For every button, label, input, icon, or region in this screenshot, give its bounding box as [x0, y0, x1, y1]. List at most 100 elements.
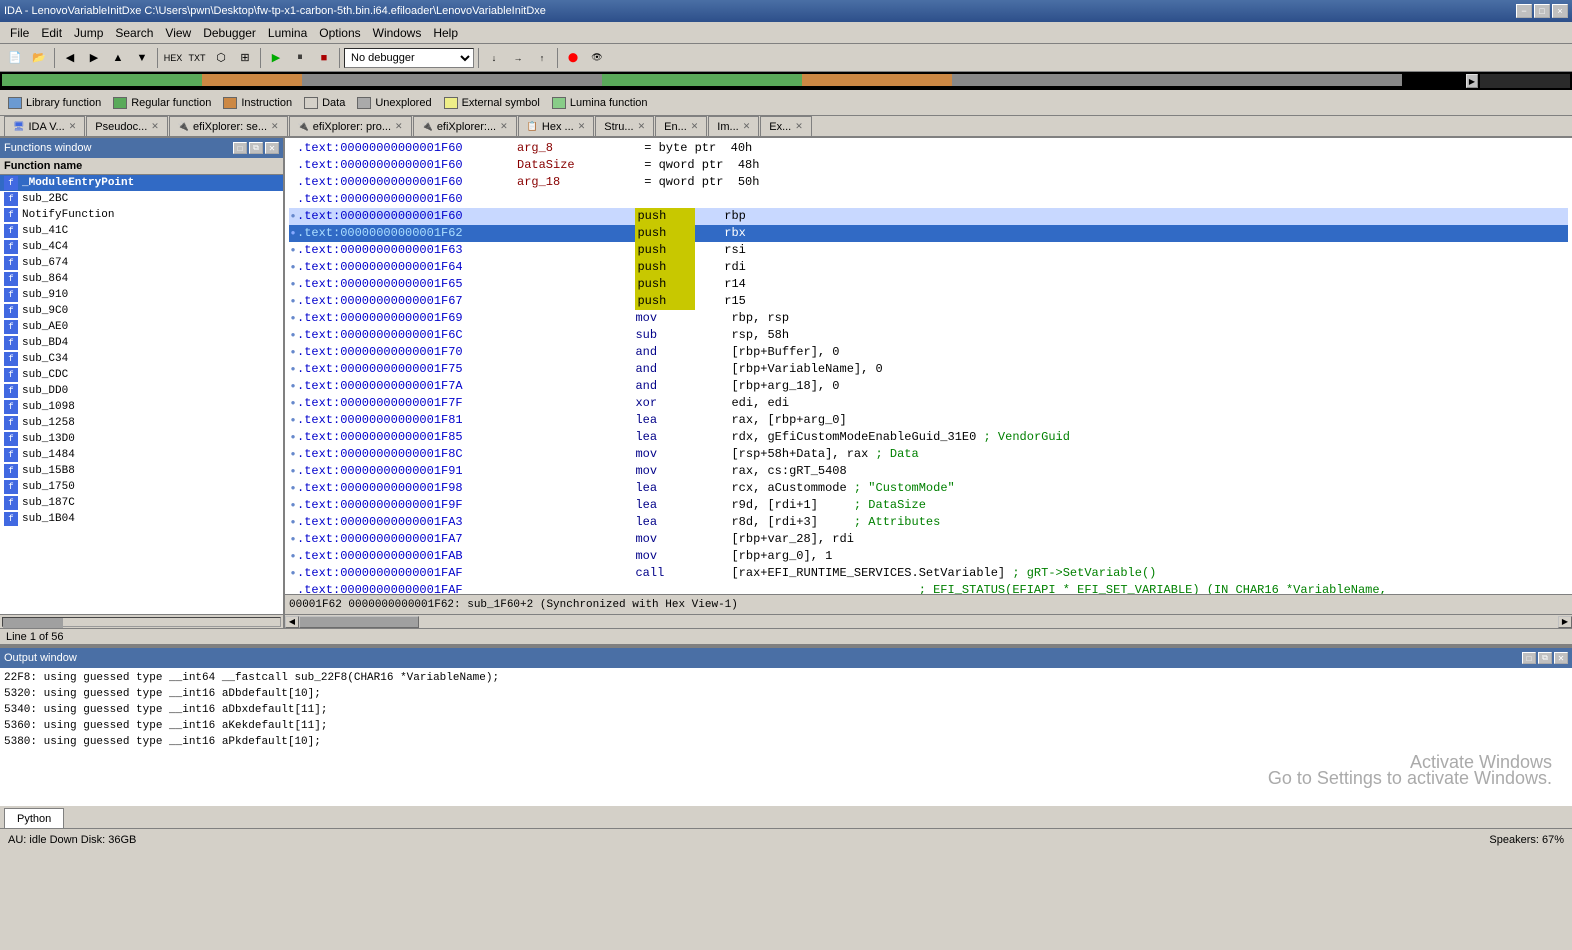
fn-item-sub1098[interactable]: f sub_1098: [0, 399, 283, 415]
fn-item-sub15b8[interactable]: f sub_15B8: [0, 463, 283, 479]
menu-help[interactable]: Help: [427, 24, 464, 42]
menu-debugger[interactable]: Debugger: [197, 24, 262, 42]
hscroll-left-btn[interactable]: ◀: [285, 616, 299, 628]
menu-view[interactable]: View: [159, 24, 197, 42]
output-restore-btn[interactable]: □: [1522, 652, 1536, 664]
fn-restore-btn[interactable]: □: [233, 142, 247, 154]
tab-efix3[interactable]: 🔌 efiXplorer:... ✕: [413, 116, 517, 136]
asm-line-lea-r9d[interactable]: ● .text:00000000000001F9F lea r9d, [rdi+…: [289, 497, 1568, 514]
tb-proximity[interactable]: ⊞: [234, 47, 256, 69]
menu-windows[interactable]: Windows: [367, 24, 428, 42]
asm-line-xor[interactable]: ● .text:00000000000001F7F xor edi, edi: [289, 395, 1568, 412]
tab-en[interactable]: En... ✕: [655, 116, 707, 136]
output-float-btn[interactable]: ⧉: [1538, 652, 1552, 664]
disasm-content[interactable]: .text:00000000000001F60 arg_8 = byte ptr…: [285, 138, 1572, 594]
output-close-btn[interactable]: ✕: [1554, 652, 1568, 664]
tb-forward[interactable]: ▶: [83, 47, 105, 69]
asm-line-lea-rdx[interactable]: ● .text:00000000000001F85 lea rdx, gEfiC…: [289, 429, 1568, 446]
fn-item-sub9c0[interactable]: f sub_9C0: [0, 303, 283, 319]
asm-line-and-varname[interactable]: ● .text:00000000000001F75 and [rbp+Varia…: [289, 361, 1568, 378]
asm-line-and-arg18[interactable]: ● .text:00000000000001F7A and [rbp+arg_1…: [289, 378, 1568, 395]
tab-close-stru[interactable]: ✕: [638, 121, 646, 132]
tab-hex[interactable]: 📋 Hex ... ✕: [518, 116, 595, 136]
tb-pause[interactable]: ⏸: [289, 47, 311, 69]
asm-line-mov-rax-grt[interactable]: ● .text:00000000000001F91 mov rax, cs:gR…: [289, 463, 1568, 480]
asm-line-mov-var28[interactable]: ● .text:00000000000001FA7 mov [rbp+var_2…: [289, 531, 1568, 548]
tab-efix1[interactable]: 🔌 efiXplorer: se... ✕: [169, 116, 288, 136]
tab-im[interactable]: Im... ✕: [708, 116, 759, 136]
tb-step-over[interactable]: →: [507, 47, 529, 69]
tb-text[interactable]: TXT: [186, 47, 208, 69]
tb-graph[interactable]: ⬡: [210, 47, 232, 69]
fn-item-subcdc[interactable]: f sub_CDC: [0, 367, 283, 383]
fn-item-subdd0[interactable]: f sub_DD0: [0, 383, 283, 399]
tb-hex[interactable]: HEX: [162, 47, 184, 69]
asm-line-push-rsi[interactable]: ● .text:00000000000001F63 push rsi: [289, 242, 1568, 259]
tb-open[interactable]: 📂: [28, 47, 50, 69]
tb-back[interactable]: ◀: [59, 47, 81, 69]
menu-file[interactable]: File: [4, 24, 35, 42]
hscroll-right-btn[interactable]: ▶: [1558, 616, 1572, 628]
tab-close-efix3[interactable]: ✕: [500, 121, 508, 132]
fn-float-btn[interactable]: ⧉: [249, 142, 263, 154]
fn-item-sub4c4[interactable]: f sub_4C4: [0, 239, 283, 255]
fn-item-sub13d0[interactable]: f sub_13D0: [0, 431, 283, 447]
maximize-button[interactable]: □: [1534, 4, 1550, 18]
tab-pseudoc[interactable]: Pseudoc... ✕: [86, 116, 168, 136]
output-content[interactable]: 22F8: using guessed type __int64 __fastc…: [0, 668, 1572, 806]
asm-line-sub-rsp[interactable]: ● .text:00000000000001F6C sub rsp, 58h: [289, 327, 1568, 344]
fn-item-subbd4[interactable]: f sub_BD4: [0, 335, 283, 351]
fn-item-sub910[interactable]: f sub_910: [0, 287, 283, 303]
asm-line-push-r14[interactable]: ● .text:00000000000001F65 push r14: [289, 276, 1568, 293]
tab-close-efix1[interactable]: ✕: [271, 121, 279, 132]
close-button[interactable]: ×: [1552, 4, 1568, 18]
tb-step-out[interactable]: ↑: [531, 47, 553, 69]
asm-line-lea-rax[interactable]: ● .text:00000000000001F81 lea rax, [rbp+…: [289, 412, 1568, 429]
fn-item-sub41c[interactable]: f sub_41C: [0, 223, 283, 239]
tb-new[interactable]: 📄: [4, 47, 26, 69]
asm-line-call-setvariable[interactable]: ● .text:00000000000001FAF call [rax+EFI_…: [289, 565, 1568, 582]
fn-item-sub2bc[interactable]: f sub_2BC: [0, 191, 283, 207]
python-tab[interactable]: Python: [4, 808, 64, 828]
fn-item-subae0[interactable]: f sub_AE0: [0, 319, 283, 335]
menu-lumina[interactable]: Lumina: [262, 24, 313, 42]
asm-line-lea-rcx[interactable]: ● .text:00000000000001F98 lea rcx, aCust…: [289, 480, 1568, 497]
fn-item-sub674[interactable]: f sub_674: [0, 255, 283, 271]
fn-item-sub187c[interactable]: f sub_187C: [0, 495, 283, 511]
fn-item-sub1484[interactable]: f sub_1484: [0, 447, 283, 463]
tab-close-idav[interactable]: ✕: [69, 121, 77, 132]
tab-close-en[interactable]: ✕: [691, 121, 699, 132]
tab-efix2[interactable]: 🔌 efiXplorer: pro... ✕: [289, 116, 412, 136]
tab-ex[interactable]: Ex... ✕: [760, 116, 812, 136]
tab-close-ex[interactable]: ✕: [795, 121, 803, 132]
fn-item-notifyfunction[interactable]: f NotifyFunction: [0, 207, 283, 223]
asm-line-push-r15[interactable]: ● .text:00000000000001F67 push r15: [289, 293, 1568, 310]
debugger-select[interactable]: No debugger: [344, 48, 474, 68]
asm-line-mov-rsp-data[interactable]: ● .text:00000000000001F8C mov [rsp+58h+D…: [289, 446, 1568, 463]
asm-line-push-rdi[interactable]: ● .text:00000000000001F64 push rdi: [289, 259, 1568, 276]
fn-item-moduleentrypoint[interactable]: f _ModuleEntryPoint: [0, 175, 283, 191]
menu-options[interactable]: Options: [313, 24, 366, 42]
fn-close-btn[interactable]: ✕: [265, 142, 279, 154]
menu-edit[interactable]: Edit: [35, 24, 68, 42]
menu-search[interactable]: Search: [109, 24, 159, 42]
hscroll-thumb[interactable]: [299, 616, 419, 628]
tb-run[interactable]: ▶: [265, 47, 287, 69]
tb-up[interactable]: ▲: [107, 47, 129, 69]
minimize-button[interactable]: −: [1516, 4, 1532, 18]
fn-item-subc34[interactable]: f sub_C34: [0, 351, 283, 367]
fn-item-sub864[interactable]: f sub_864: [0, 271, 283, 287]
tab-close-efix2[interactable]: ✕: [395, 121, 403, 132]
asm-line-push-rbx[interactable]: ● .text:00000000000001F62 push rbx: [289, 225, 1568, 242]
fn-item-sub1750[interactable]: f sub_1750: [0, 479, 283, 495]
hscroll-track[interactable]: [299, 616, 1558, 628]
tab-stru[interactable]: Stru... ✕: [595, 116, 654, 136]
tab-idav[interactable]: 🖥 IDA V... ✕: [4, 116, 85, 136]
menu-jump[interactable]: Jump: [68, 24, 109, 42]
tab-close-hex[interactable]: ✕: [578, 121, 586, 132]
fn-list[interactable]: f _ModuleEntryPoint f sub_2BC f NotifyFu…: [0, 175, 283, 614]
tb-bp[interactable]: ⬤: [562, 47, 584, 69]
asm-line-push-rbp[interactable]: ● .text:00000000000001F60 push rbp: [289, 208, 1568, 225]
asm-line-mov-rbp-rsp[interactable]: ● .text:00000000000001F69 mov rbp, rsp: [289, 310, 1568, 327]
disasm-hscroll[interactable]: ◀ ▶: [285, 614, 1572, 628]
